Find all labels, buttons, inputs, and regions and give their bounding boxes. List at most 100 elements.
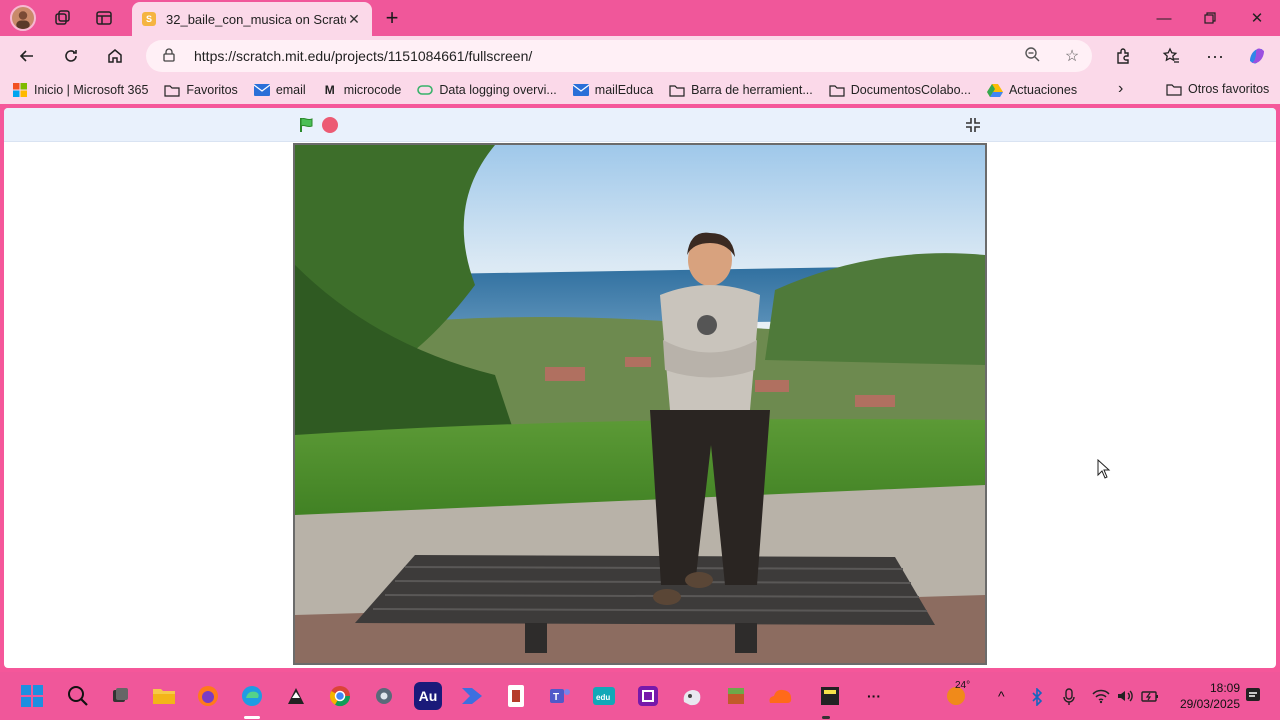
link-icon (417, 83, 434, 97)
favorite-star-icon[interactable]: ☆ (1052, 46, 1092, 66)
soundcloud-icon[interactable] (766, 682, 794, 710)
bookmark-label: Favoritos (186, 83, 238, 97)
task-view-icon[interactable] (106, 682, 134, 710)
folder-icon (164, 83, 181, 97)
volume-icon[interactable] (1116, 688, 1134, 707)
tab-scratch[interactable]: S 32_baile_con_musica on Scratch ✕ (132, 2, 372, 36)
page-content (4, 108, 1276, 668)
scratch-controls-bar (4, 108, 1276, 142)
refresh-icon[interactable] (56, 42, 86, 70)
favorites-icon[interactable] (1156, 42, 1186, 70)
bookmark-other-favorites[interactable]: Otros favoritos (1166, 82, 1269, 96)
bookmark-label: Barra de herramient... (691, 83, 813, 97)
vertical-tabs-icon[interactable] (92, 6, 116, 30)
restore-icon[interactable] (1187, 4, 1233, 32)
new-tab-icon[interactable]: + (380, 5, 404, 30)
bookmark-actuaciones[interactable]: Actuaciones (986, 83, 1078, 97)
exit-fullscreen-icon[interactable] (962, 114, 984, 136)
window-close-icon[interactable]: ✕ (1234, 4, 1280, 32)
notifications-icon[interactable] (1244, 686, 1262, 707)
bookmark-data-logging[interactable]: Data logging overvi... (417, 83, 557, 97)
bookmark-maileduca[interactable]: mailEduca (572, 83, 654, 97)
lock-icon[interactable] (162, 47, 184, 65)
settings-gear-icon[interactable] (370, 682, 398, 710)
onenote-icon[interactable] (634, 682, 662, 710)
bookmark-label: Otros favoritos (1188, 82, 1270, 96)
drive-icon (986, 83, 1003, 97)
minimize-icon[interactable]: — (1141, 4, 1187, 32)
green-flag-icon[interactable] (298, 116, 316, 134)
extensions-icon[interactable] (1108, 42, 1138, 70)
sticky-notes-icon[interactable] (816, 682, 844, 710)
wifi-icon[interactable] (1092, 688, 1110, 707)
bookmarks-bar: Inicio | Microsoft 365 Favoritos email M… (0, 76, 1280, 104)
bookmark-microcode[interactable]: Mmicrocode (322, 83, 402, 97)
zoom-icon[interactable] (1012, 46, 1052, 67)
profile-avatar[interactable] (10, 5, 36, 31)
svg-text:edu: edu (596, 693, 610, 702)
chrome-icon[interactable] (326, 682, 354, 710)
inkscape-icon[interactable] (282, 682, 310, 710)
battery-icon[interactable] (1140, 688, 1160, 707)
back-icon[interactable] (12, 42, 42, 70)
bookmark-favoritos[interactable]: Favoritos (164, 83, 238, 97)
active-app-indicator (244, 716, 260, 719)
navigation-bar: https://scratch.mit.edu/projects/1151084… (0, 36, 1280, 76)
scratch-stage[interactable] (293, 143, 987, 665)
edge-icon[interactable] (238, 682, 266, 710)
bookmark-label: microcode (343, 83, 402, 97)
stage-scene (295, 145, 985, 663)
more-apps-icon[interactable]: ··· (860, 682, 888, 710)
scratch-app-icon[interactable] (678, 682, 706, 710)
bookmark-label: Data logging overvi... (439, 83, 557, 97)
stop-icon[interactable] (322, 117, 338, 133)
folder-icon (829, 83, 845, 97)
microphone-icon[interactable] (1062, 688, 1076, 709)
workspaces-icon[interactable] (50, 6, 74, 30)
close-icon[interactable]: ✕ (346, 11, 362, 28)
more-menu-icon[interactable]: ··· (1200, 42, 1230, 70)
bookmark-label: email (275, 83, 306, 97)
copilot-icon[interactable] (1242, 42, 1272, 70)
chevron-up-icon[interactable]: ^ (998, 688, 1005, 704)
audition-icon[interactable]: Au (414, 682, 442, 710)
bookmark-email[interactable]: email (253, 83, 306, 97)
bookmark-label: Inicio | Microsoft 365 (34, 83, 149, 97)
clock-date: 29/03/2025 (1179, 697, 1240, 711)
microsoft-icon (12, 83, 28, 97)
teams-icon[interactable]: T (546, 682, 574, 710)
bookmark-label: Actuaciones (1008, 83, 1078, 97)
running-app-indicator (822, 716, 830, 719)
forms-icon[interactable] (502, 682, 530, 710)
url-text[interactable]: https://scratch.mit.edu/projects/1151084… (194, 48, 1012, 64)
svg-text:T: T (553, 692, 559, 703)
bookmark-microsoft365[interactable]: Inicio | Microsoft 365 (12, 83, 148, 97)
home-icon[interactable] (100, 42, 130, 70)
bluetooth-icon[interactable] (1030, 687, 1044, 709)
scratch-icon: S (142, 12, 156, 26)
clock[interactable]: 18:09 29/03/2025 (1170, 680, 1240, 712)
edu-app-icon[interactable]: edu (590, 682, 618, 710)
windows-start-icon[interactable] (18, 682, 46, 710)
bookmark-documentos[interactable]: DocumentosColabo... (829, 83, 971, 97)
file-explorer-icon[interactable] (150, 682, 178, 710)
mouse-cursor-icon (1097, 458, 1111, 484)
bookmark-label: mailEduca (594, 83, 654, 97)
address-bar[interactable]: https://scratch.mit.edu/projects/1151084… (146, 40, 1092, 72)
mail-icon (572, 83, 589, 97)
clock-time: 18:09 (1209, 681, 1240, 695)
microcode-icon: M (324, 83, 335, 97)
bookmark-label: DocumentosColabo... (850, 83, 971, 97)
taskbar: Au T edu ··· 24° ^ 18:09 29/03/2025 (0, 672, 1280, 720)
search-icon[interactable] (64, 682, 92, 710)
folder-icon (1166, 82, 1182, 96)
minecraft-edu-icon[interactable] (722, 682, 750, 710)
chevron-right-icon[interactable]: › (1118, 80, 1123, 98)
firefox-icon[interactable] (194, 682, 222, 710)
title-bar: S 32_baile_con_musica on Scratch ✕ + — ✕ (0, 0, 1280, 36)
weather-temp: 24° (955, 680, 971, 691)
mail-icon (253, 83, 270, 97)
folder-icon (669, 83, 685, 97)
bookmark-barra-herramientas[interactable]: Barra de herramient... (669, 83, 813, 97)
power-automate-icon[interactable] (458, 682, 486, 710)
